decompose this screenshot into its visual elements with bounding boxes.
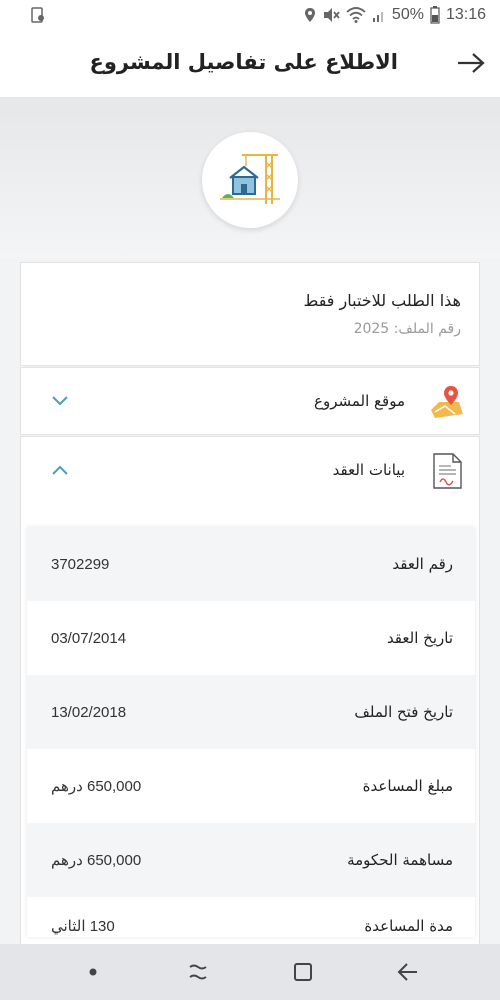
home-icon[interactable] [283, 952, 323, 992]
project-location-label: موقع المشروع [314, 392, 405, 410]
detail-label: رقم العقد [392, 555, 453, 573]
request-summary-card: هذا الطلب للاختبار فقط رقم الملف: 2025 [20, 262, 480, 366]
mute-icon [322, 7, 340, 23]
detail-row-government-contribution: مساهمة الحكومة 650,000 درهم [27, 823, 475, 897]
status-right: 50% 13:16 [304, 6, 486, 24]
detail-value: 650,000 درهم [51, 778, 142, 795]
detail-label: مدة المساعدة [364, 917, 453, 935]
detail-value: 130 الثاني [51, 918, 115, 935]
file-number-label: رقم الملف: [393, 321, 461, 337]
chevron-up-icon[interactable] [49, 459, 71, 481]
detail-label: تاريخ العقد [386, 629, 453, 647]
project-location-header[interactable]: موقع المشروع [21, 368, 479, 436]
page-title: الاطلاع على تفاصيل المشروع [89, 50, 399, 74]
battery-percent: 50% [391, 6, 424, 23]
status-bar: 50% 13:16 [0, 0, 500, 30]
battery-icon [430, 6, 440, 24]
detail-label: تاريخ فتح الملف [354, 703, 453, 721]
detail-row-contract-date: تاريخ العقد 03/07/2014 [27, 601, 475, 675]
chevron-down-icon[interactable] [49, 390, 71, 412]
recent-apps-icon[interactable] [178, 952, 218, 992]
system-nav-bar [0, 944, 500, 1000]
file-number-value: 2025 [353, 321, 390, 337]
detail-value: 650,000 درهم [51, 852, 142, 869]
arrow-right-icon [456, 52, 486, 78]
contract-document-icon [429, 453, 465, 489]
contract-data-section: بيانات العقد رقم العقد 3702299 تاريخ الع… [20, 436, 480, 956]
detail-row-file-open-date: تاريخ فتح الملف 13/02/2018 [27, 675, 475, 749]
detail-value: 13/02/2018 [51, 703, 127, 721]
back-icon[interactable] [388, 952, 428, 992]
dot-icon[interactable] [73, 952, 113, 992]
detail-label: مساهمة الحكومة [347, 851, 453, 869]
contract-data-header[interactable]: بيانات العقد [21, 437, 479, 507]
detail-row-assistance-duration: مدة المساعدة 130 الثاني [27, 897, 475, 937]
app-header: الاطلاع على تفاصيل المشروع [0, 30, 500, 98]
detail-label: مبلغ المساعدة [362, 777, 453, 795]
back-button[interactable] [454, 48, 488, 82]
house-construction-icon [220, 148, 280, 212]
detail-value: 3702299 [51, 555, 110, 573]
sim-icon [30, 7, 46, 23]
contract-data-label: بيانات العقد [332, 461, 405, 479]
project-location-section[interactable]: موقع المشروع [20, 367, 480, 435]
location-icon [304, 7, 316, 23]
signal-icon [372, 7, 386, 23]
clock: 13:16 [445, 6, 486, 23]
detail-value: 03/07/2014 [51, 629, 127, 647]
wifi-icon [346, 7, 366, 23]
detail-row-contract-number: رقم العقد 3702299 [27, 527, 475, 601]
contract-details-list: رقم العقد 3702299 تاريخ العقد 03/07/2014… [27, 527, 475, 937]
detail-row-assistance-amount: مبلغ المساعدة 650,000 درهم [27, 749, 475, 823]
request-title: هذا الطلب للاختبار فقط [303, 291, 462, 310]
project-avatar [202, 132, 298, 228]
file-number-line: رقم الملف: 2025 [354, 321, 461, 337]
map-pin-icon [429, 384, 465, 420]
status-left [30, 7, 46, 23]
